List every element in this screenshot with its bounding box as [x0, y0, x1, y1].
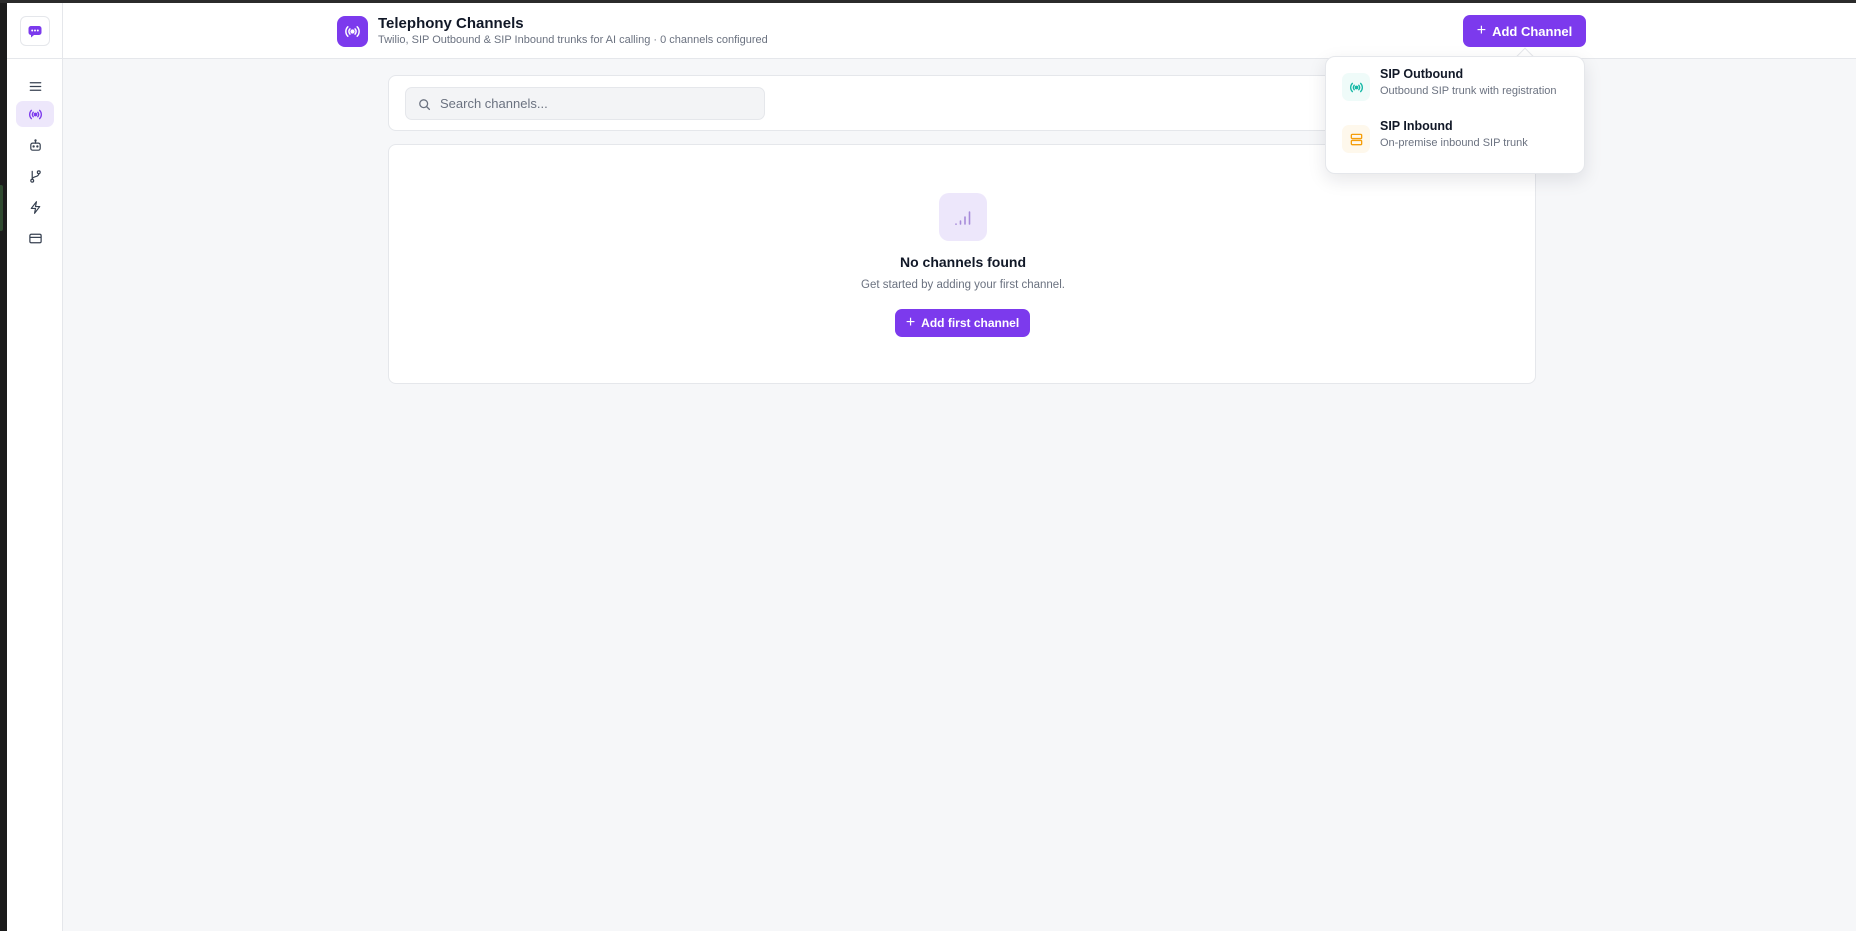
add-first-channel-label: Add first channel [921, 316, 1020, 330]
sidebar-item-flows[interactable] [16, 163, 54, 189]
lightning-icon [30, 200, 40, 214]
menu-item-description: On-premise inbound SIP trunk [1380, 137, 1528, 149]
window-edge-accent [0, 185, 3, 231]
robot-icon [29, 138, 41, 151]
credit-card-icon [28, 233, 42, 243]
plus-icon: + [1476, 21, 1487, 39]
menu-icon [29, 81, 41, 91]
add-channel-label: Add Channel [1492, 23, 1573, 39]
add-channel-menu: SIP Outbound Outbound SIP trunk with reg… [1325, 56, 1585, 174]
search-box [405, 87, 765, 120]
menu-item-description: Outbound SIP trunk with registration [1380, 85, 1557, 97]
sidebar-divider [7, 58, 63, 59]
page-icon [337, 16, 368, 47]
menu-item-title: SIP Outbound [1380, 67, 1464, 81]
chat-logo-icon [28, 26, 42, 38]
signal-bars-icon [955, 211, 971, 226]
sidebar [7, 3, 63, 931]
dd-icon-wrap [1342, 125, 1370, 153]
radio-broadcast-icon [1349, 82, 1363, 92]
empty-state-title: No channels found [900, 254, 1026, 270]
page-title: Telephony Channels [378, 15, 524, 32]
window-left-edge [0, 3, 7, 931]
sidebar-item-agents[interactable] [16, 132, 54, 158]
page-subtitle: Twilio, SIP Outbound & SIP Inbound trunk… [378, 34, 768, 46]
page-header: Telephony Channels Twilio, SIP Outbound … [63, 3, 1856, 59]
sidebar-item-billing[interactable] [16, 225, 54, 251]
plus-icon: + [905, 313, 916, 331]
git-branch-icon [29, 169, 41, 183]
search-input[interactable] [440, 88, 760, 119]
server-icon [1350, 133, 1362, 145]
add-channel-button[interactable]: + Add Channel [1463, 15, 1586, 47]
empty-state-description: Get started by adding your first channel… [861, 279, 1065, 291]
empty-state-illustration [939, 193, 987, 241]
dd-icon-wrap [1342, 73, 1370, 101]
search-icon [419, 99, 431, 111]
menu-item-sip-outbound[interactable]: SIP Outbound Outbound SIP trunk with reg… [1334, 63, 1578, 109]
sidebar-item-integrations[interactable] [16, 194, 54, 220]
menu-item-sip-inbound[interactable]: SIP Inbound On-premise inbound SIP trunk [1334, 115, 1578, 161]
sidebar-menu-toggle[interactable] [16, 73, 54, 99]
radio-broadcast-icon [345, 26, 360, 37]
app-logo[interactable] [20, 16, 50, 46]
add-first-channel-button[interactable]: + Add first channel [895, 309, 1030, 337]
radio-broadcast-icon [28, 109, 42, 119]
menu-item-title: SIP Inbound [1380, 119, 1453, 133]
sidebar-item-channels[interactable] [16, 101, 54, 127]
empty-state-card: No channels found Get started by adding … [388, 144, 1536, 384]
